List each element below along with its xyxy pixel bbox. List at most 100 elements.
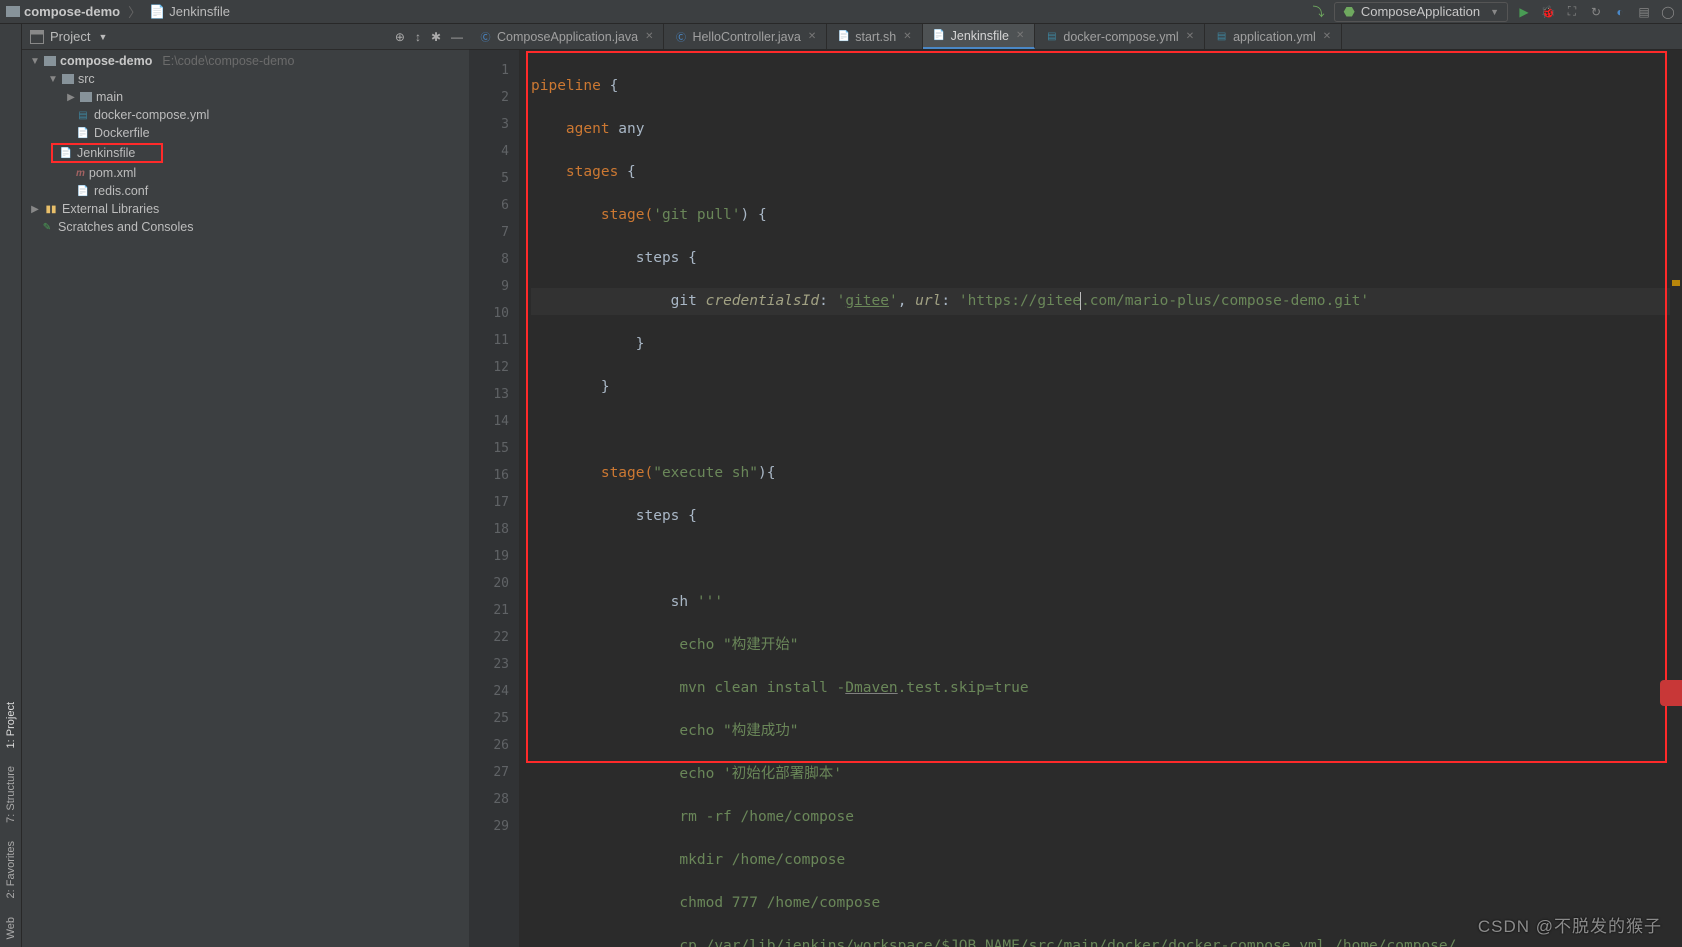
gutter-line[interactable]: 12 xyxy=(469,354,509,381)
left-tab-web[interactable]: Web xyxy=(5,917,17,939)
tab-start-sh[interactable]: 📄 start.sh ✕ xyxy=(827,24,922,49)
navbar: compose-demo 〉 📄 Jenkinsfile ⤵ ⬣ Compose… xyxy=(0,0,1682,24)
yml-icon: ▤ xyxy=(76,108,90,122)
yml-icon: ▤ xyxy=(1045,30,1058,43)
gutter-line[interactable]: 3 xyxy=(469,111,509,138)
scratch-icon: ✎ xyxy=(40,220,54,234)
toolbar-right: ⤵ ⬣ ComposeApplication ▼ ▶ 🐞 ⛶ ↻ ◐ ▤ ◯ xyxy=(1310,2,1676,22)
debug-icon[interactable]: 🐞 xyxy=(1540,4,1556,20)
tab-application-yml[interactable]: ▤ application.yml ✕ xyxy=(1205,24,1342,49)
jenkins-icon: 📄 xyxy=(933,29,946,42)
tab-label: docker-compose.yml xyxy=(1063,30,1178,44)
gutter-line[interactable]: 29 xyxy=(469,813,509,840)
search-icon[interactable]: ◐ xyxy=(1612,4,1628,20)
tree-redis[interactable]: 📄 redis.conf xyxy=(22,182,469,200)
left-tab-favorites[interactable]: 2: Favorites xyxy=(5,841,17,898)
gutter-line[interactable]: 22 xyxy=(469,624,509,651)
chevron-down-icon: ▼ xyxy=(1490,7,1499,17)
gutter-line[interactable]: 7 xyxy=(469,219,509,246)
gutter-line[interactable]: 19 xyxy=(469,543,509,570)
marker-strip[interactable] xyxy=(1670,100,1682,947)
gutter-line[interactable]: 28 xyxy=(469,786,509,813)
locate-icon[interactable]: ⊕ xyxy=(395,30,405,44)
gutter-line[interactable]: 17 xyxy=(469,489,509,516)
close-icon[interactable]: ✕ xyxy=(1186,31,1194,42)
side-badge xyxy=(1660,680,1682,706)
run-config-label: ComposeApplication xyxy=(1361,4,1480,19)
jenkins-icon: 📄 xyxy=(59,146,73,160)
breadcrumb-file[interactable]: Jenkinsfile xyxy=(169,4,230,19)
tab-docker-compose[interactable]: ▤ docker-compose.yml ✕ xyxy=(1035,24,1205,49)
breadcrumb: compose-demo 〉 📄 Jenkinsfile xyxy=(6,2,230,21)
tab-label: HelloController.java xyxy=(692,30,800,44)
tab-label: Jenkinsfile xyxy=(951,29,1009,43)
tab-jenkinsfile[interactable]: 📄 Jenkinsfile ✕ xyxy=(923,24,1036,49)
jenkins-icon: 📄 xyxy=(149,4,165,20)
build-icon[interactable]: ⤵ xyxy=(1310,4,1326,20)
gutter-line[interactable]: 26 xyxy=(469,732,509,759)
run-config-selector[interactable]: ⬣ ComposeApplication ▼ xyxy=(1334,2,1508,22)
tree-jenkinsfile[interactable]: 📄 Jenkinsfile xyxy=(51,143,163,163)
gutter-line[interactable]: 23 xyxy=(469,651,509,678)
gutter-line[interactable]: 5 xyxy=(469,165,509,192)
tab-label: ComposeApplication.java xyxy=(497,30,638,44)
settings-icon[interactable]: ▤ xyxy=(1636,4,1652,20)
coverage-icon[interactable]: ⛶ xyxy=(1564,4,1580,20)
tree-dockerfile[interactable]: 📄 Dockerfile xyxy=(22,124,469,142)
gutter-line[interactable]: 16 xyxy=(469,462,509,489)
warning-marker[interactable] xyxy=(1672,280,1680,286)
gutter-line[interactable]: 24 xyxy=(469,678,509,705)
gutter-line[interactable]: 25 xyxy=(469,705,509,732)
tree-scratches[interactable]: ✎ Scratches and Consoles xyxy=(22,218,469,236)
tree-docker-compose[interactable]: ▤ docker-compose.yml xyxy=(22,106,469,124)
gutter-line[interactable]: 11 xyxy=(469,327,509,354)
tab-compose-application[interactable]: Ⓒ ComposeApplication.java ✕ xyxy=(469,24,664,49)
run-icon[interactable]: ▶ xyxy=(1516,4,1532,20)
close-icon[interactable]: ✕ xyxy=(645,31,653,42)
project-header: Project ▼ ⊕ ↕ ✱ — xyxy=(22,24,469,50)
left-tab-structure[interactable]: 7: Structure xyxy=(5,766,17,823)
left-tab-project[interactable]: 1: Project xyxy=(5,702,17,748)
maven-icon: m xyxy=(76,166,85,180)
gutter-line[interactable]: 15 xyxy=(469,435,509,462)
editor-tabs: Ⓒ ComposeApplication.java ✕ Ⓒ HelloContr… xyxy=(469,24,1682,50)
close-icon[interactable]: ✕ xyxy=(1323,31,1331,42)
tree-root[interactable]: ▼ compose-demo E:\code\compose-demo xyxy=(22,52,469,70)
gutter-line[interactable]: 27 xyxy=(469,759,509,786)
tab-label: start.sh xyxy=(855,30,896,44)
gutter-line[interactable]: 9 xyxy=(469,273,509,300)
gutter-line[interactable]: 8 xyxy=(469,246,509,273)
hide-icon[interactable]: — xyxy=(451,30,463,44)
close-icon[interactable]: ✕ xyxy=(808,31,816,42)
tree-pom[interactable]: m pom.xml xyxy=(22,164,469,182)
gutter-line[interactable]: 2 xyxy=(469,84,509,111)
gutter-line[interactable]: 4 xyxy=(469,138,509,165)
gutter-line[interactable]: 1 xyxy=(469,57,509,84)
yml-icon: ▤ xyxy=(1215,30,1228,43)
java-icon: Ⓒ xyxy=(479,30,492,43)
code-area[interactable]: pipeline { agent any stages { stage('git… xyxy=(519,50,1682,947)
collapse-icon[interactable]: ↕ xyxy=(415,30,421,44)
gutter-line[interactable]: 6 xyxy=(469,192,509,219)
tree-main[interactable]: ▶ main xyxy=(22,88,469,106)
breadcrumb-root[interactable]: compose-demo xyxy=(24,4,120,19)
gutter[interactable]: 1234567891011121314151617181920212223242… xyxy=(469,50,519,947)
close-icon[interactable]: ✕ xyxy=(903,31,911,42)
gutter-line[interactable]: 20 xyxy=(469,570,509,597)
folder-icon xyxy=(6,6,20,17)
tab-hello-controller[interactable]: Ⓒ HelloController.java ✕ xyxy=(664,24,827,49)
gutter-line[interactable]: 10 xyxy=(469,300,509,327)
gutter-line[interactable]: 14 xyxy=(469,408,509,435)
gear-icon[interactable]: ✱ xyxy=(431,30,441,44)
tree-src[interactable]: ▼ src xyxy=(22,70,469,88)
project-title[interactable]: Project xyxy=(50,29,90,44)
avatar-icon[interactable]: ◯ xyxy=(1660,4,1676,20)
gutter-line[interactable]: 21 xyxy=(469,597,509,624)
tree-external-libs[interactable]: ▶▮▮ External Libraries xyxy=(22,200,469,218)
gutter-line[interactable]: 13 xyxy=(469,381,509,408)
project-tree[interactable]: ▼ compose-demo E:\code\compose-demo ▼ sr… xyxy=(22,50,469,947)
close-icon[interactable]: ✕ xyxy=(1016,30,1024,41)
gutter-line[interactable]: 18 xyxy=(469,516,509,543)
reload-icon[interactable]: ↻ xyxy=(1588,4,1604,20)
chevron-down-icon[interactable]: ▼ xyxy=(98,32,107,42)
